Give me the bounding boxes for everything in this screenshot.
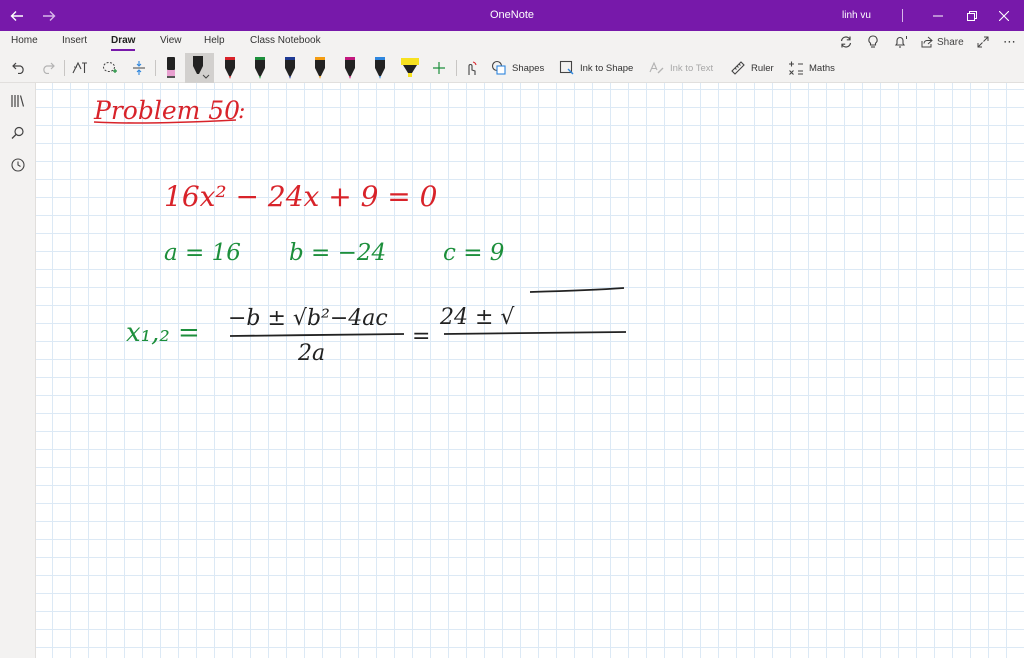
ink-formula-lhs[interactable]: x₁,₂ = (126, 318, 200, 348)
pen-orange-icon[interactable] (311, 53, 329, 83)
shapes-button[interactable]: Shapes (491, 53, 544, 83)
ink-fraction-bar (229, 333, 405, 337)
more-options-icon[interactable]: ⋯ (1003, 33, 1017, 51)
notifications-bell-icon[interactable] (894, 33, 910, 51)
tab-class-notebook[interactable]: Class Notebook (250, 35, 321, 46)
ink-coef-c[interactable]: c = 9 (443, 240, 504, 266)
ink-to-text-button[interactable]: Ink to Text (649, 53, 713, 83)
title-bar: OneNote linh vu (0, 0, 1024, 31)
tab-help[interactable]: Help (204, 35, 225, 46)
titlebar-divider (902, 9, 903, 22)
share-icon (921, 36, 933, 48)
touch-draw-icon[interactable] (461, 53, 481, 83)
ink-formula-numerator[interactable]: −b ± √b²−4ac (228, 306, 388, 331)
ink-sqrt-overline (529, 287, 625, 293)
sync-icon[interactable] (839, 33, 853, 51)
type-text-icon[interactable] (70, 53, 90, 83)
ink-fraction-bar-2 (443, 331, 627, 335)
pen-blue-icon[interactable] (371, 53, 389, 83)
ink-to-text-icon (649, 61, 664, 74)
add-pen-icon[interactable] (430, 53, 448, 83)
undo-icon[interactable] (9, 53, 29, 83)
minimize-icon[interactable] (930, 0, 946, 31)
draw-toolbar: Shapes Ink to Shape Ink to Text Ruler Ma… (0, 53, 1024, 83)
forward-arrow-icon[interactable] (38, 0, 60, 31)
ink-to-shape-label: Ink to Shape (580, 62, 634, 74)
ink-formula-denominator[interactable]: 2a (297, 341, 325, 366)
pen-green-icon[interactable] (251, 53, 269, 83)
ink-heading-colon[interactable]: : (238, 99, 245, 124)
shapes-icon (491, 60, 506, 75)
add-space-icon[interactable] (129, 53, 149, 83)
lightbulb-icon[interactable] (867, 33, 879, 51)
pen-red-icon[interactable] (221, 53, 239, 83)
ink-formula-substituted[interactable]: 24 ± √ (439, 305, 515, 330)
ink-to-shape-button[interactable]: Ink to Shape (559, 53, 633, 83)
ruler-icon (731, 61, 745, 75)
ink-to-shape-icon (559, 60, 574, 75)
toolbar-divider (155, 60, 156, 76)
tab-insert[interactable]: Insert (62, 35, 87, 46)
tab-home[interactable]: Home (11, 35, 38, 46)
notebooks-icon[interactable] (8, 91, 28, 111)
pen-pink-icon[interactable] (162, 53, 180, 83)
toolbar-divider (64, 60, 65, 76)
restore-icon[interactable] (964, 0, 980, 31)
left-navigation (0, 83, 36, 658)
back-arrow-icon[interactable] (6, 0, 28, 31)
redo-icon[interactable] (38, 53, 58, 83)
page-canvas[interactable]: Problem 50 : 16x² − 24x + 9 = 0 a = 16 b… (36, 83, 1024, 658)
expand-icon[interactable] (977, 33, 989, 51)
pen-dark-blue-icon[interactable] (281, 53, 299, 83)
maths-button[interactable]: Maths (788, 53, 835, 83)
user-name[interactable]: linh vu (842, 0, 871, 31)
ink-equation[interactable]: 16x² − 24x + 9 = 0 (164, 180, 437, 213)
toolbar-divider (456, 60, 457, 76)
highlighter-yellow-icon[interactable] (398, 53, 422, 83)
recent-clock-icon[interactable] (8, 155, 28, 175)
ruler-button[interactable]: Ruler (730, 53, 774, 83)
ink-layer: Problem 50 : 16x² − 24x + 9 = 0 a = 16 b… (93, 96, 627, 366)
shapes-label: Shapes (512, 62, 545, 74)
pen-black-selected-icon[interactable] (185, 53, 214, 83)
share-label: Share (937, 36, 964, 48)
ink-formula-equals[interactable]: = (412, 324, 430, 349)
lasso-select-icon[interactable] (100, 53, 120, 83)
ruler-label: Ruler (751, 62, 774, 74)
ink-to-text-label: Ink to Text (670, 62, 714, 74)
share-button[interactable]: Share (921, 33, 964, 51)
tab-view[interactable]: View (160, 35, 182, 46)
ribbon-tabs: Home Insert Draw View Help Class Noteboo… (0, 31, 1024, 53)
pen-magenta-icon[interactable] (341, 53, 359, 83)
maths-label: Maths (809, 62, 835, 74)
search-icon[interactable] (8, 123, 28, 143)
ink-coef-a[interactable]: a = 16 (164, 240, 241, 266)
close-icon[interactable] (996, 0, 1012, 31)
maths-icon (789, 61, 803, 75)
ink-coef-b[interactable]: b = −24 (289, 240, 386, 266)
tab-draw[interactable]: Draw (111, 35, 136, 51)
